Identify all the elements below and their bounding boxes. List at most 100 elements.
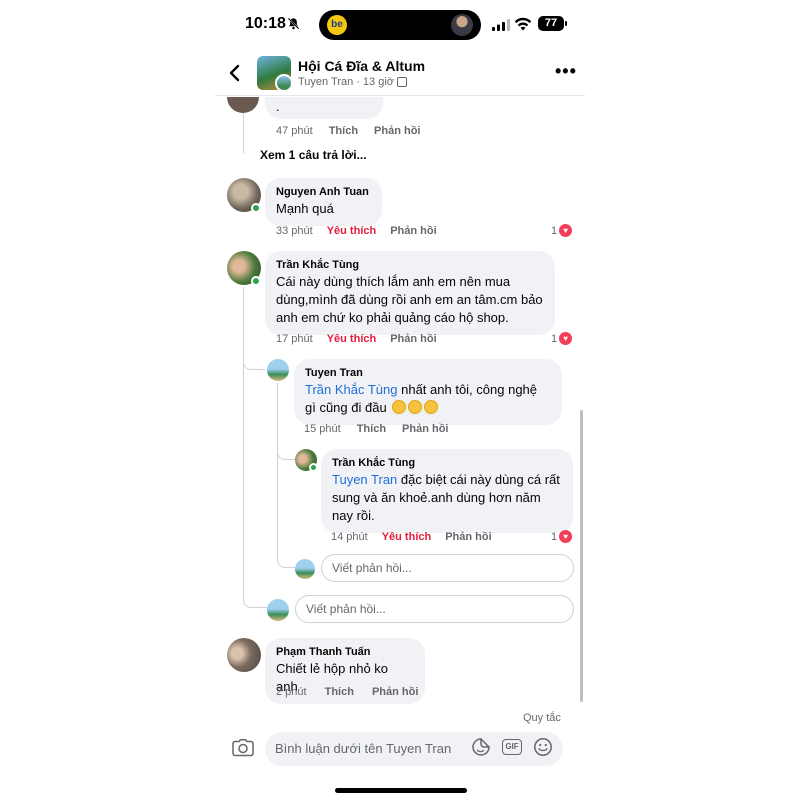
comment-time: 33 phút bbox=[276, 225, 313, 237]
comment-actions: 47 phút Thích Phản hồi bbox=[276, 125, 421, 137]
comment-actions: 15 phút Thích Phản hồi bbox=[304, 423, 449, 435]
home-indicator[interactable] bbox=[335, 788, 467, 793]
grin-emoji-icon bbox=[424, 400, 439, 414]
mention-link[interactable]: Tuyen Tran bbox=[332, 472, 397, 487]
nested-reply-input[interactable]: Viết phản hồi... bbox=[321, 554, 574, 582]
comment-time: 15 phút bbox=[304, 423, 341, 435]
thread-line bbox=[243, 113, 244, 153]
thread-connector bbox=[243, 592, 267, 608]
status-time: 10:18 bbox=[245, 15, 286, 32]
like-button[interactable]: Thích bbox=[325, 686, 354, 698]
comment-time: 14 phút bbox=[331, 531, 368, 543]
bell-mute-icon bbox=[287, 17, 300, 30]
rules-link[interactable]: Quy tắc bbox=[523, 712, 561, 724]
reply-button[interactable]: Phản hồi bbox=[402, 423, 448, 435]
phone-screen: 10:18 be 77 Hội Cá Đĩa & Altum Tuyen Tra… bbox=[215, 0, 585, 800]
reaction-count[interactable]: 1 ♥ bbox=[551, 332, 573, 345]
reaction-count-value: 1 bbox=[551, 530, 558, 543]
thread-connector bbox=[243, 352, 265, 370]
online-indicator bbox=[251, 276, 261, 286]
like-button[interactable]: Thích bbox=[329, 125, 358, 137]
reply-button[interactable]: Phản hồi bbox=[390, 225, 436, 237]
comment-time: 17 phút bbox=[276, 333, 313, 345]
comment-actions: 2 phút Thích Phản hồi bbox=[276, 686, 418, 698]
camera-icon[interactable] bbox=[232, 739, 254, 757]
thread-line bbox=[277, 383, 278, 559]
comment-time: 2 phút bbox=[276, 686, 307, 698]
comment-composer: Bình luận dưới tên Tuyen Tran GIF bbox=[215, 730, 585, 770]
avatar[interactable] bbox=[227, 638, 261, 672]
reply-text: Tuyen Tran đặc biệt cái này dùng cá rất … bbox=[332, 471, 561, 525]
commenter-name[interactable]: Trần Khắc Tùng bbox=[276, 258, 543, 273]
grin-emoji-icon bbox=[392, 400, 407, 414]
gif-icon[interactable]: GIF bbox=[502, 739, 522, 755]
author-avatar[interactable] bbox=[275, 74, 291, 90]
island-avatar bbox=[451, 14, 473, 36]
thread-connector bbox=[277, 442, 295, 460]
reply-bubble: Trần Khắc Tùng Tuyen Tran đặc biệt cái n… bbox=[321, 449, 573, 533]
commenter-name[interactable]: Nguyen Anh Tuan bbox=[276, 185, 370, 200]
heart-reaction-icon: ♥ bbox=[559, 224, 573, 237]
more-icon[interactable]: ••• bbox=[555, 62, 577, 80]
privacy-icon bbox=[396, 77, 407, 87]
status-bar: 10:18 be 77 bbox=[215, 10, 585, 40]
reaction-count-value: 1 bbox=[551, 224, 558, 237]
commenter-name[interactable]: Phạm Thanh Tuấn bbox=[276, 645, 413, 660]
reaction-count[interactable]: 1 ♥ bbox=[551, 224, 573, 237]
post-time: 13 giờ bbox=[362, 76, 394, 88]
like-button[interactable]: Thích bbox=[357, 423, 386, 435]
view-replies-link[interactable]: Xem 1 câu trả lời... bbox=[260, 148, 367, 162]
like-button[interactable]: Yêu thích bbox=[327, 225, 377, 237]
thread-line bbox=[243, 287, 244, 599]
post-author[interactable]: Tuyen Tran bbox=[298, 76, 353, 88]
avatar bbox=[295, 559, 315, 579]
reply-button[interactable]: Phản hồi bbox=[372, 686, 418, 698]
comment-list[interactable]: . 47 phút Thích Phản hồi Xem 1 câu trả l… bbox=[215, 97, 585, 706]
app-badge: be bbox=[327, 15, 347, 35]
group-name[interactable]: Hội Cá Đĩa & Altum bbox=[298, 58, 425, 74]
comment-bubble: . bbox=[265, 97, 383, 119]
battery-icon: 77 bbox=[538, 16, 564, 31]
commenter-name[interactable]: Tuyen Tran bbox=[305, 366, 550, 381]
reply-bubble: Tuyen Tran Trần Khắc Tùng nhất anh tôi, … bbox=[294, 359, 562, 425]
like-button[interactable]: Yêu thích bbox=[382, 531, 432, 543]
signal-icon bbox=[492, 19, 510, 31]
comment-text: Cái này dùng thích lắm anh em nên mua dù… bbox=[276, 274, 543, 325]
comment-actions: 33 phút Yêu thích Phản hồi bbox=[276, 225, 437, 237]
reply-input[interactable]: Viết phản hồi... bbox=[295, 595, 574, 623]
reply-button[interactable]: Phản hồi bbox=[390, 333, 436, 345]
commenter-name[interactable]: Trần Khắc Tùng bbox=[332, 456, 561, 471]
comment-input-placeholder: Bình luận dưới tên Tuyen Tran bbox=[275, 741, 452, 756]
comment-text: . bbox=[276, 99, 280, 114]
like-button[interactable]: Yêu thích bbox=[327, 333, 377, 345]
scrollbar[interactable] bbox=[580, 410, 583, 702]
comment-text: Mạnh quá bbox=[276, 201, 334, 216]
grin-emoji-icon bbox=[408, 400, 423, 414]
comment-bubble: Trần Khắc Tùng Cái này dùng thích lắm an… bbox=[265, 251, 555, 335]
heart-reaction-icon: ♥ bbox=[559, 332, 573, 345]
reply-text: Trần Khắc Tùng nhất anh tôi, công nghệ g… bbox=[305, 381, 550, 417]
heart-reaction-icon: ♥ bbox=[559, 530, 573, 543]
reaction-count-value: 1 bbox=[551, 332, 558, 345]
reply-button[interactable]: Phản hồi bbox=[445, 531, 491, 543]
avatar[interactable] bbox=[227, 97, 259, 113]
comment-bubble: Nguyen Anh Tuan Mạnh quá bbox=[265, 178, 382, 226]
avatar bbox=[267, 599, 289, 621]
emoji-icon[interactable] bbox=[533, 737, 553, 757]
post-meta: Tuyen Tran · 13 giờ bbox=[298, 76, 407, 88]
back-icon[interactable] bbox=[228, 64, 242, 82]
reply-button[interactable]: Phản hồi bbox=[374, 125, 420, 137]
sticker-icon[interactable] bbox=[471, 737, 491, 757]
comment-actions: 14 phút Yêu thích Phản hồi bbox=[331, 531, 492, 543]
mention-link[interactable]: Trần Khắc Tùng bbox=[305, 382, 398, 397]
online-indicator bbox=[251, 203, 261, 213]
meta-separator: · bbox=[356, 76, 360, 88]
post-header: Hội Cá Đĩa & Altum Tuyen Tran · 13 giờ •… bbox=[215, 52, 585, 96]
battery-tip bbox=[565, 21, 567, 26]
online-indicator bbox=[309, 463, 318, 472]
group-avatar[interactable] bbox=[257, 56, 291, 90]
comment-time: 47 phút bbox=[276, 125, 313, 137]
reaction-count[interactable]: 1 ♥ bbox=[551, 530, 573, 543]
thread-connector bbox=[277, 552, 295, 568]
avatar[interactable] bbox=[267, 359, 289, 381]
